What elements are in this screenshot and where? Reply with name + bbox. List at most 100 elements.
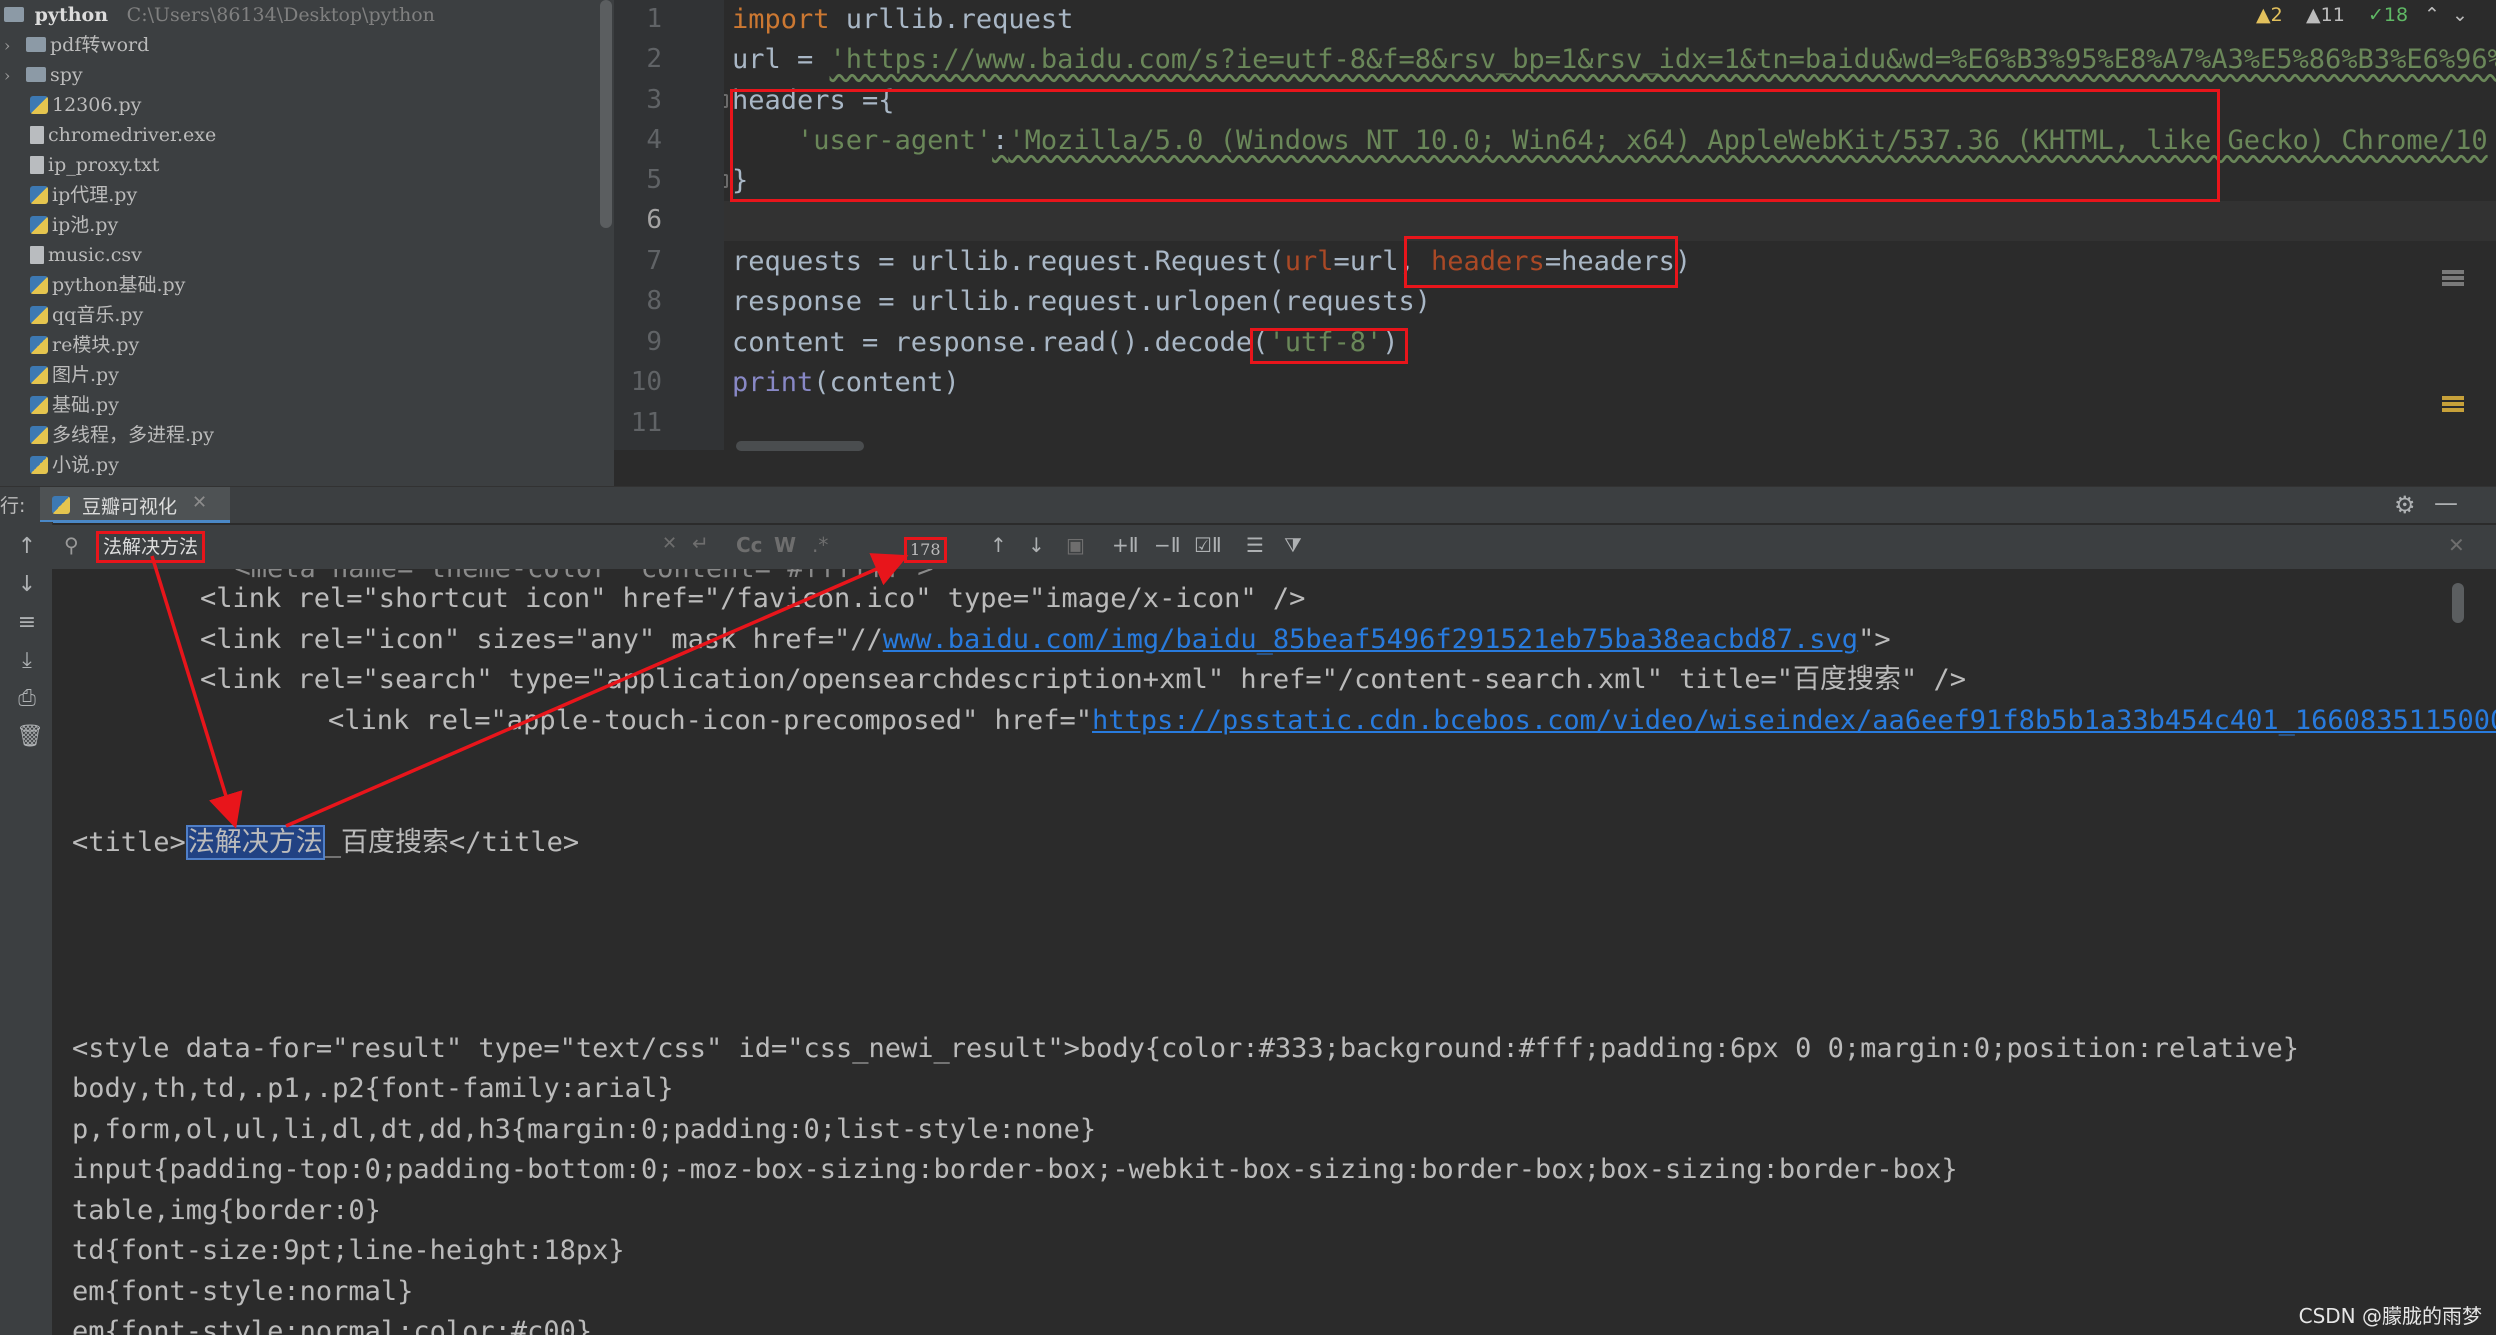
fold-close-icon[interactable] — [724, 174, 728, 188]
python-file-icon — [30, 336, 48, 354]
tree-item[interactable]: 图片.py — [30, 360, 119, 390]
close-tab-icon[interactable]: ✕ — [192, 492, 207, 513]
console-text: <link rel="icon" sizes="any" mask href="… — [200, 624, 883, 655]
run-tool-window-header: 行: 豆瓣可视化 ✕ ⚙ — — [0, 486, 2496, 523]
tree-root[interactable]: python C:\Users\86134\Desktop\python — [4, 0, 435, 30]
warning-count-value: 2 — [2270, 4, 2283, 26]
match-case-toggle[interactable]: Cc — [736, 533, 763, 557]
warning-stripe[interactable] — [2442, 408, 2464, 412]
tree-item[interactable]: 12306.py — [30, 90, 141, 120]
scroll-to-end-icon[interactable]: ⤓ — [16, 648, 38, 673]
tab-run-config[interactable]: 豆瓣可视化 ✕ — [40, 487, 230, 523]
minimize-icon[interactable]: — — [2434, 489, 2458, 517]
gear-icon[interactable]: ⚙ — [2394, 491, 2416, 519]
chevron-right-icon[interactable]: › — [4, 61, 26, 91]
tree-item[interactable]: 基础.py — [30, 390, 119, 420]
tree-item[interactable]: chromedriver.exe — [30, 120, 216, 150]
search-input[interactable]: 法解决方法 — [96, 531, 206, 563]
headers-param-annotation-box — [1404, 236, 1678, 288]
next-highlight-icon[interactable]: ⌄ — [2452, 4, 2468, 26]
console-link[interactable]: https://psstatic.cdn.bcebos.com/video/wi… — [1092, 705, 2496, 736]
marker-stripe[interactable] — [2442, 276, 2464, 280]
print-builtin: print — [732, 367, 814, 398]
print-icon[interactable]: ⎙ — [16, 686, 38, 711]
line-number: 8 — [646, 286, 662, 316]
tree-item[interactable]: › spy — [4, 60, 83, 90]
soft-wrap-icon[interactable]: ≡ — [16, 610, 38, 635]
console-line: input{padding-top:0;padding-bottom:0;-mo… — [72, 1154, 1958, 1185]
weak-warning-count-value: 11 — [2320, 4, 2345, 26]
remove-occurrence-icon[interactable]: −Ⅱ — [1154, 533, 1181, 557]
console-line: <link rel="icon" sizes="any" mask href="… — [200, 620, 1891, 660]
arrow-down-icon[interactable]: ↓ — [16, 572, 38, 597]
chevron-right-icon[interactable]: › — [4, 31, 26, 61]
tree-item[interactable]: ip代理.py — [30, 180, 137, 210]
tree-item[interactable]: ip池.py — [30, 210, 118, 240]
select-all-occurrences-icon[interactable]: ▣ — [1066, 533, 1085, 557]
select-all-icon[interactable]: ☑Ⅱ — [1194, 533, 1222, 557]
regex-toggle[interactable]: .* — [812, 533, 828, 557]
run-label: 行: — [0, 495, 26, 517]
tree-item[interactable]: 小说.py — [30, 450, 119, 480]
new-line-icon[interactable]: ↵ — [692, 531, 709, 555]
filter-icon[interactable]: ⧩ — [1284, 533, 1302, 557]
console-scrollbar[interactable] — [2452, 583, 2464, 623]
code-line-8[interactable]: response = urllib.request.urlopen(reques… — [732, 282, 1431, 322]
tree-item-label: spy — [50, 64, 83, 86]
prev-highlight-icon[interactable]: ⌃ — [2424, 4, 2440, 26]
tree-item[interactable]: qq音乐.py — [30, 300, 143, 330]
add-occurrence-icon[interactable]: +Ⅱ — [1112, 533, 1139, 557]
next-match-icon[interactable]: ↓ — [1028, 533, 1045, 557]
trash-icon[interactable]: 🗑 — [16, 724, 44, 749]
console-output[interactable]: <meta name="theme-color" content="#fffff… — [52, 569, 2496, 1335]
line-number: 9 — [646, 327, 662, 357]
file-icon — [30, 156, 44, 174]
console-line: em{font-style:normal} — [72, 1276, 414, 1307]
warning-stripe[interactable] — [2442, 402, 2464, 406]
tree-item-label: ip池.py — [52, 214, 119, 236]
weak-warning-count[interactable]: ▲11 — [2306, 4, 2345, 26]
code-line-1[interactable]: import urllib.request — [732, 0, 1073, 40]
fold-open-icon[interactable] — [724, 94, 728, 108]
tree-item[interactable]: music.csv — [30, 240, 142, 270]
words-toggle[interactable]: W — [774, 533, 796, 557]
previous-match-icon[interactable]: ↑ — [990, 533, 1007, 557]
arrow-up-icon[interactable]: ↑ — [16, 534, 38, 559]
python-file-icon — [30, 186, 48, 204]
filter-lines-icon[interactable]: ☰ — [1246, 533, 1264, 557]
tree-item-label: pdf转word — [50, 34, 150, 56]
close-search-icon[interactable]: ✕ — [2448, 533, 2465, 557]
keyword-import: import — [732, 4, 830, 35]
editor-horizontal-scrollbar[interactable] — [736, 441, 864, 451]
tree-item-label: qq音乐.py — [52, 304, 144, 326]
tree-item[interactable]: ip_proxy.txt — [30, 150, 159, 180]
ok-count[interactable]: ✓18 — [2368, 4, 2408, 26]
marker-stripe[interactable] — [2442, 282, 2464, 286]
python-file-icon — [30, 396, 48, 414]
python-file-icon — [30, 306, 48, 324]
search-icon: ⚲ — [64, 533, 79, 557]
tree-item[interactable]: python基础.py — [30, 270, 185, 300]
root-name: python — [34, 4, 109, 26]
tree-item[interactable]: 多线程，多进程.py — [30, 420, 214, 450]
project-scrollbar[interactable] — [600, 0, 612, 228]
tree-item-label: 12306.py — [52, 94, 142, 116]
tree-item[interactable]: › pdf转word — [4, 30, 149, 60]
console-title-line: <title>法解决方法_百度搜索</title> — [72, 823, 579, 863]
console-text: <link rel="apple-touch-icon-precomposed"… — [328, 705, 1093, 736]
warning-count[interactable]: ▲2 — [2256, 4, 2283, 26]
console-line: p,form,ol,ul,li,dl,dt,dd,h3{margin:0;pad… — [72, 1114, 1097, 1145]
code-line-2[interactable]: url = 'https://www.baidu.com/s?ie=utf-8&… — [732, 40, 2496, 80]
python-file-icon — [30, 426, 48, 444]
tree-item[interactable]: re模块.py — [30, 330, 139, 360]
warning-stripe[interactable] — [2442, 396, 2464, 400]
search-field[interactable]: ⚲ 法解决方法 ✕ ↵ — [58, 529, 728, 565]
marker-stripe[interactable] — [2442, 270, 2464, 274]
console-link[interactable]: www.baidu.com/img/baidu_85beaf5496f29152… — [883, 624, 1858, 655]
code-editor[interactable]: import urllib.request url = 'https://www… — [724, 0, 2496, 450]
run-tab-label: 豆瓣可视化 — [82, 496, 178, 518]
clear-search-icon[interactable]: ✕ — [662, 533, 677, 554]
module-name: urllib.request — [829, 4, 1074, 35]
python-file-icon — [30, 96, 48, 114]
code-line-10[interactable]: print(content) — [732, 363, 960, 403]
